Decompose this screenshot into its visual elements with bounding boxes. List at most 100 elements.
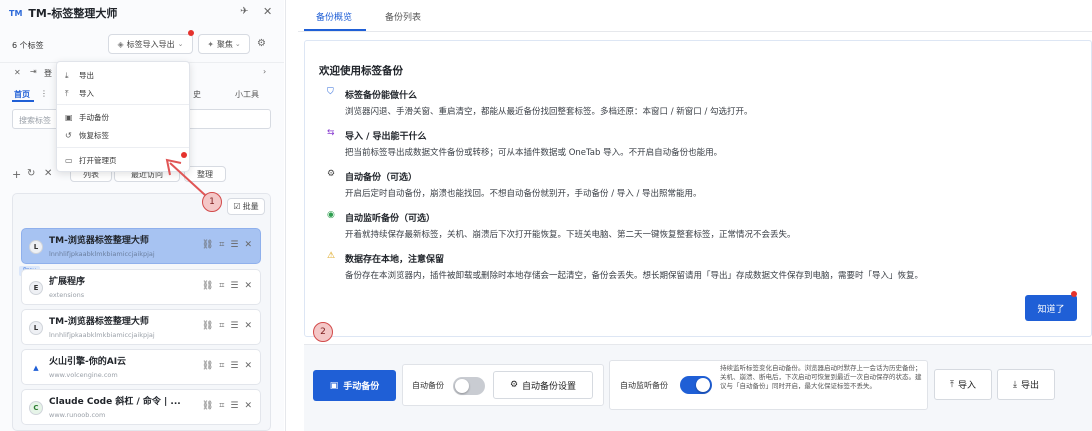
menu-divider [57, 104, 189, 105]
menu-item-open-manager[interactable]: ▭ 打开管理页 [65, 155, 117, 166]
section-title: 自动监听备份（可选） [345, 214, 436, 224]
tab-tools[interactable]: 小工具 [235, 89, 259, 100]
section-desc: 开着就持续保存最新标签，关机、崩溃后下次打开能恢复。下班关电脑、第二天一键恢复整… [345, 230, 796, 240]
manual-backup-button[interactable]: ▣ 手动备份 [313, 370, 396, 401]
swap-icon: ⇆ [327, 128, 335, 138]
export-button[interactable]: ⤓ 导出 [997, 369, 1055, 400]
auto-listen-label: 自动监听备份 [620, 381, 668, 390]
backup-manager: 备份概览 备份列表 欢迎使用标签备份 ⛉ 标签备份能做什么 浏览器闪退、手滑关窗… [298, 0, 1092, 431]
tag-count: 6 个标签 [12, 41, 44, 50]
download-icon: ⤓ [65, 70, 69, 80]
auto-listen-toggle[interactable] [680, 376, 712, 394]
annotation-marker: 2 [313, 322, 333, 342]
tab-title: TM-浏览器标签整理大师 [49, 236, 149, 246]
menu-icon[interactable]: ☰ [230, 281, 238, 291]
volcengine-icon: ▲ [29, 361, 43, 375]
favicon: L [29, 321, 43, 335]
menu-item-manual-backup[interactable]: ▣ 手动备份 [65, 112, 109, 123]
upload-icon: ⤒ [950, 379, 954, 390]
import-export-button[interactable]: ◈ 标签导入导出 ⌄ [108, 34, 193, 54]
menu-icon[interactable]: ☰ [230, 321, 238, 331]
menu-icon[interactable]: ☰ [230, 240, 238, 250]
tab-title: Claude Code 斜杠 / 命令 | ... [49, 397, 181, 407]
auto-backup-toggle[interactable] [453, 377, 485, 395]
save-icon: ▣ [329, 380, 339, 391]
tab-history[interactable]: 史 [193, 89, 201, 100]
tag-icon[interactable]: ⌗ [219, 281, 224, 291]
got-it-label: 知道了 [1037, 304, 1065, 315]
close-icon[interactable]: ✕ [244, 321, 252, 331]
gear-icon[interactable]: ⚙ [257, 38, 266, 49]
section-desc: 把当前标签导出成数据文件备份或转移；可从本插件数据或 OneTab 导入。不开启… [345, 148, 723, 158]
link-icon[interactable]: ⛓ [202, 401, 213, 411]
notification-dot [188, 30, 194, 36]
toggle-knob [455, 379, 469, 393]
app-logo: TM [9, 8, 23, 18]
auto-backup-settings-button[interactable]: ⚙ 自动备份设置 [493, 371, 593, 399]
menu-item-import[interactable]: ⤒ 导入 [65, 88, 94, 99]
more-icon[interactable]: ⋮ [40, 89, 48, 98]
warning-icon: ⚠ [327, 251, 336, 261]
add-icon[interactable]: + [12, 168, 21, 181]
tab-url: lnnhlifjpkaabklmkbiamiccjaikpjaj [49, 331, 155, 339]
chevron-right-icon[interactable]: › [263, 67, 266, 76]
panel-divider [285, 0, 296, 431]
app-header: TM TM-标签整理大师 [9, 5, 117, 21]
tab-url: www.volcengine.com [49, 371, 118, 379]
menu-icon[interactable]: ☰ [230, 401, 238, 411]
batch-button[interactable]: ☑ 批量 [227, 198, 265, 215]
annotation-marker: 1 [202, 192, 222, 212]
tab-backup-overview[interactable]: 备份概览 [316, 10, 352, 23]
refresh-icon[interactable]: ↻ [27, 168, 35, 179]
close-icon[interactable]: ✕ [44, 168, 52, 179]
signal-icon: ◉ [327, 210, 335, 220]
close-icon[interactable]: ✕ [244, 281, 252, 291]
checkbox-icon: ☑ [233, 202, 241, 211]
tab-card[interactable]: E 扩展程序 extensions ⛓ ⌗ ☰ ✕ [21, 269, 261, 305]
menu-icon[interactable]: ☰ [230, 361, 238, 371]
menu-item-restore[interactable]: ↺ 恢复标签 [65, 130, 109, 141]
tag-icon[interactable]: ⌗ [219, 361, 224, 371]
menu-item-label: 打开管理页 [79, 156, 117, 165]
tab-backup-list[interactable]: 备份列表 [385, 10, 421, 23]
menu-item-export[interactable]: ⤓ 导出 [65, 70, 94, 81]
link-icon[interactable]: ⛓ [202, 281, 213, 291]
tab-card[interactable]: L TM-浏览器标签整理大师 lnnhlifjpkaabklmkbiamiccj… [21, 228, 261, 264]
section-title: 导入 / 导出能干什么 [345, 132, 427, 142]
tab-url: extensions [49, 291, 85, 299]
tab-url: lnnhlifjpkaabklmkbiamiccjaikpjaj [49, 250, 155, 258]
close-icon[interactable]: ✕ [244, 240, 252, 250]
tab-card[interactable]: L TM-浏览器标签整理大师 lnnhlifjpkaabklmkbiamiccj… [21, 309, 261, 345]
chevron-down-icon: ⌄ [234, 40, 241, 48]
close-icon[interactable]: ✕ [244, 361, 252, 371]
menu-divider [57, 147, 189, 148]
search-placeholder: 搜索标签 [19, 116, 51, 125]
close-icon[interactable]: ✕ [263, 5, 272, 18]
tab-card[interactable]: C Claude Code 斜杠 / 命令 | ... www.runoob.c… [21, 389, 261, 425]
tag-icon[interactable]: ⌗ [219, 401, 224, 411]
tag-icon[interactable]: ⌗ [219, 321, 224, 331]
section-desc: 开启后定时自动备份，崩溃也能找回。不想自动备份就别开，手动备份 / 导入 / 导… [345, 189, 702, 199]
manual-backup-label: 手动备份 [343, 382, 380, 392]
focus-button[interactable]: ✦ 聚焦 ⌄ [198, 34, 250, 54]
import-button[interactable]: ⤒ 导入 [934, 369, 992, 400]
login-icon[interactable]: ⇥ [30, 67, 37, 76]
download-icon: ⤓ [1013, 379, 1017, 390]
app-title: TM-标签整理大师 [28, 7, 118, 20]
close-icon[interactable]: ✕ [14, 68, 21, 77]
annotation-arrow [165, 158, 206, 196]
tab-title: TM-浏览器标签整理大师 [49, 317, 149, 327]
close-icon[interactable]: ✕ [244, 401, 252, 411]
link-icon[interactable]: ⛓ [202, 321, 213, 331]
section-title: 数据存在本地，注意保留 [345, 255, 445, 265]
tab-home[interactable]: 首页 [14, 89, 30, 100]
link-icon[interactable]: ⛓ [202, 240, 213, 250]
shield-icon: ⛉ [327, 87, 334, 97]
gear-icon: ⚙ [509, 380, 519, 390]
got-it-button[interactable]: 知道了 [1025, 295, 1077, 321]
pin-icon[interactable]: ✈ [240, 6, 248, 17]
tag-icon[interactable]: ⌗ [219, 240, 224, 250]
tab-card[interactable]: ▲ 火山引擎-你的AI云 www.volcengine.com ⛓ ⌗ ☰ ✕ [21, 349, 261, 385]
link-icon[interactable]: ⛓ [202, 361, 213, 371]
menu-item-label: 导入 [79, 89, 94, 98]
